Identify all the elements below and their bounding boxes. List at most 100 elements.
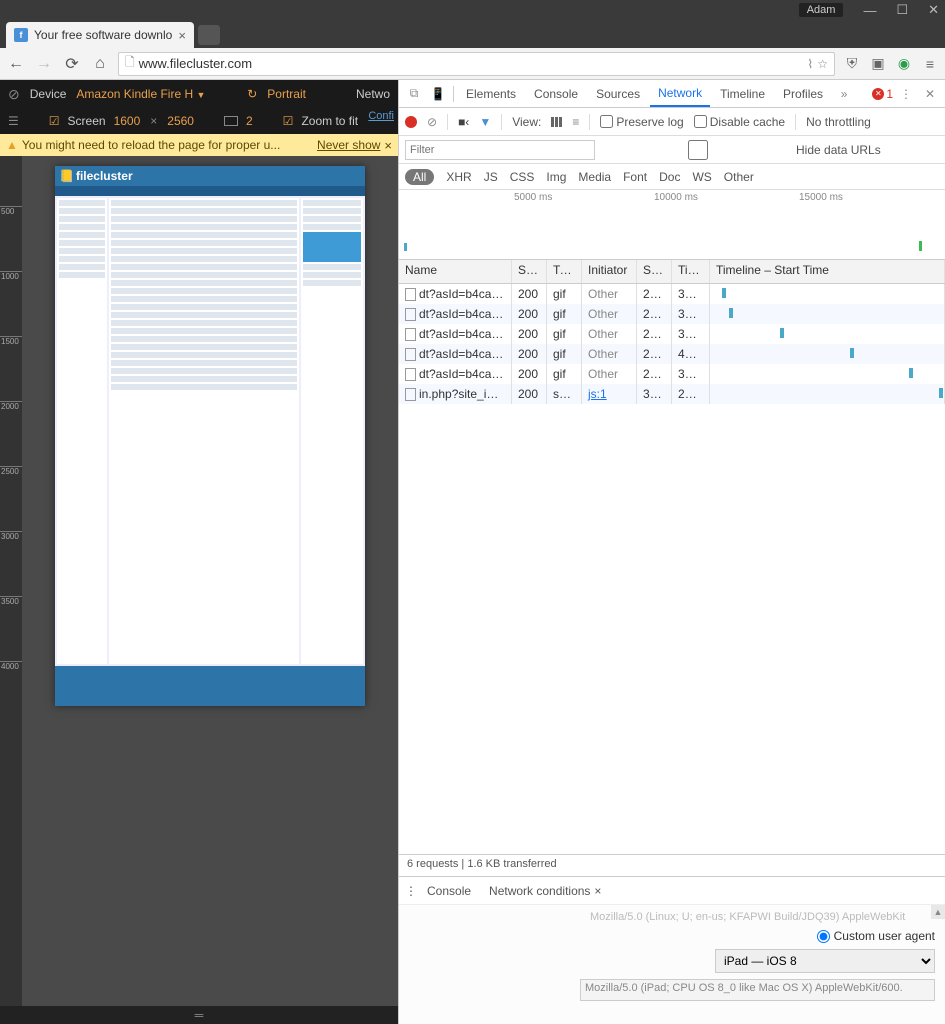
close-button[interactable]: ✕ [928,2,939,18]
filter-media[interactable]: Media [578,170,611,184]
screen-checkbox[interactable]: ☑ [49,114,60,128]
minimize-button[interactable]: — [863,3,876,18]
user-badge[interactable]: Adam [799,3,844,17]
filter-other[interactable]: Other [724,170,754,184]
vertical-ruler: 500 1000 1500 2000 2500 3000 3500 4000 [0,156,22,1006]
screenshot-button[interactable]: ■‹ [458,115,469,129]
menu-button[interactable]: ≡ [921,55,939,73]
tab-close-icon[interactable]: × [178,28,186,43]
reload-button[interactable]: ⟳ [62,54,82,74]
view-label: View: [512,115,541,129]
new-tab-button[interactable] [198,25,220,45]
device-mode-icon[interactable]: 📱 [427,87,449,101]
address-bar[interactable]: 🗋 www.filecluster.com ⌇ ☆ [118,52,835,76]
custom-ua-radio[interactable]: Custom user agent [817,929,935,943]
shield-icon[interactable]: ⛨ [843,55,861,73]
menu-icon[interactable]: ☰ [8,114,19,128]
filter-css[interactable]: CSS [510,170,535,184]
disable-cache-checkbox[interactable]: Disable cache [694,115,785,129]
key-icon[interactable]: ⌇ [807,57,813,71]
favicon-icon: f [14,28,28,42]
extension-icon[interactable]: ◉ [895,55,913,73]
orientation[interactable]: Portrait [267,87,306,101]
maximize-button[interactable]: ☐ [896,2,908,18]
inspect-icon[interactable]: ⧉ [403,86,425,101]
device-select[interactable]: Amazon Kindle Fire H ▼ [76,87,205,101]
table-row[interactable]: dt?asId=b4ca58...200gifOther260...48 ... [399,344,945,364]
ua-preset-select[interactable]: iPad — iOS 8 [715,949,935,973]
filter-button[interactable]: ▼ [479,115,491,129]
table-row[interactable]: dt?asId=b4ca58...200gifOther260...30 ... [399,304,945,324]
view-large-icon[interactable] [551,117,562,127]
never-show-link[interactable]: Never show [317,138,380,152]
filter-xhr[interactable]: XHR [446,170,471,184]
drawer-tab-console[interactable]: Console [421,884,477,898]
hide-data-urls-checkbox[interactable]: Hide data URLs [603,140,881,160]
drawer-tab-network-conditions[interactable]: Network conditions × [483,884,607,898]
tab-network[interactable]: Network [650,80,710,107]
network-table: Name Stat... Type Initiator Size Time Ti… [399,260,945,854]
table-row[interactable]: dt?asId=b4ca58...200gifOther260...34 ... [399,284,945,304]
record-button[interactable] [405,116,417,128]
home-button[interactable]: ⌂ [90,55,110,73]
emulated-page: 📒filecluster [55,166,365,706]
device-viewport[interactable]: 📒filecluster [22,156,398,1006]
error-badge[interactable]: ✕1 [872,87,893,101]
screen-height[interactable]: 2560 [167,114,194,128]
cast-icon[interactable]: ▣ [869,55,887,73]
timeline-overview[interactable]: 5000 ms 10000 ms 15000 ms [399,190,945,260]
filter-all[interactable]: All [405,169,434,185]
drawer-menu-icon[interactable]: ⋮ [405,884,415,898]
filter-ws[interactable]: WS [692,170,711,184]
ua-string-input[interactable]: Mozilla/5.0 (iPad; CPU OS 8_0 like Mac O… [580,979,935,1001]
throttling-select[interactable]: No throttling [806,115,871,129]
tab-sources[interactable]: Sources [588,80,648,107]
filter-js[interactable]: JS [484,170,498,184]
filter-doc[interactable]: Doc [659,170,680,184]
drag-handle[interactable]: ═ [0,1006,398,1024]
clear-button[interactable]: ⊘ [427,115,437,129]
devtools-close-icon[interactable]: ✕ [919,87,941,101]
table-row[interactable]: dt?asId=b4ca58...200gifOther260...37 ... [399,364,945,384]
filter-font[interactable]: Font [623,170,647,184]
table-row[interactable]: dt?asId=b4ca58...200gifOther260...33 ... [399,324,945,344]
devtools-menu-icon[interactable]: ⋮ [895,87,917,101]
rotate-icon[interactable]: ↻ [247,87,257,101]
bookmark-icon[interactable]: ☆ [817,57,828,71]
overflow-icon[interactable]: » [833,87,855,101]
forward-button[interactable]: → [34,55,54,73]
zoom-checkbox[interactable]: ☑ [283,114,294,128]
no-sign-icon[interactable]: ⊘ [8,86,20,103]
tab-timeline[interactable]: Timeline [712,80,773,107]
scroll-up-icon[interactable]: ▲ [931,905,945,919]
back-button[interactable]: ← [6,55,26,73]
filter-input[interactable] [405,140,595,160]
zoom-label: Zoom to fit [301,114,358,128]
table-header[interactable]: Name Stat... Type Initiator Size Time Ti… [399,260,945,284]
dpr-value[interactable]: 2 [246,114,253,128]
devtools-tabstrip: ⧉ 📱 Elements Console Sources Network Tim… [399,80,945,108]
page-icon: 🗋 [125,53,135,74]
configure-link[interactable]: Confi [368,110,394,122]
view-small-icon[interactable]: ≡ [572,115,579,129]
screen-width[interactable]: 1600 [114,114,141,128]
browser-tab[interactable]: f Your free software downlo × [6,22,194,48]
device-toolbar-1: ⊘ Device Amazon Kindle Fire H ▼ ↻ Portra… [0,80,398,108]
screen-label: Screen [68,114,106,128]
warning-close-icon[interactable]: × [384,138,392,153]
preserve-log-checkbox[interactable]: Preserve log [600,115,683,129]
warning-icon: ▲ [6,138,18,152]
filter-img[interactable]: Img [546,170,566,184]
filter-row: Hide data URLs [399,136,945,164]
tab-console[interactable]: Console [526,80,586,107]
tab-elements[interactable]: Elements [458,80,524,107]
warning-text: You might need to reload the page for pr… [22,138,313,152]
table-row[interactable]: in.php?site_id=2...200scri...js:1348...2… [399,384,945,404]
device-emulator-pane: ⊘ Device Amazon Kindle Fire H ▼ ↻ Portra… [0,80,398,1024]
drawer-tab-close-icon[interactable]: × [594,884,601,898]
tab-profiles[interactable]: Profiles [775,80,831,107]
browser-toolbar: ← → ⟳ ⌂ 🗋 www.filecluster.com ⌇ ☆ ⛨ ▣ ◉ … [0,48,945,80]
type-filter-row: All XHR JS CSS Img Media Font Doc WS Oth… [399,164,945,190]
url-text: www.filecluster.com [139,56,804,71]
network-controls: ⊘ ■‹ ▼ View: ≡ Preserve log Disable cach… [399,108,945,136]
